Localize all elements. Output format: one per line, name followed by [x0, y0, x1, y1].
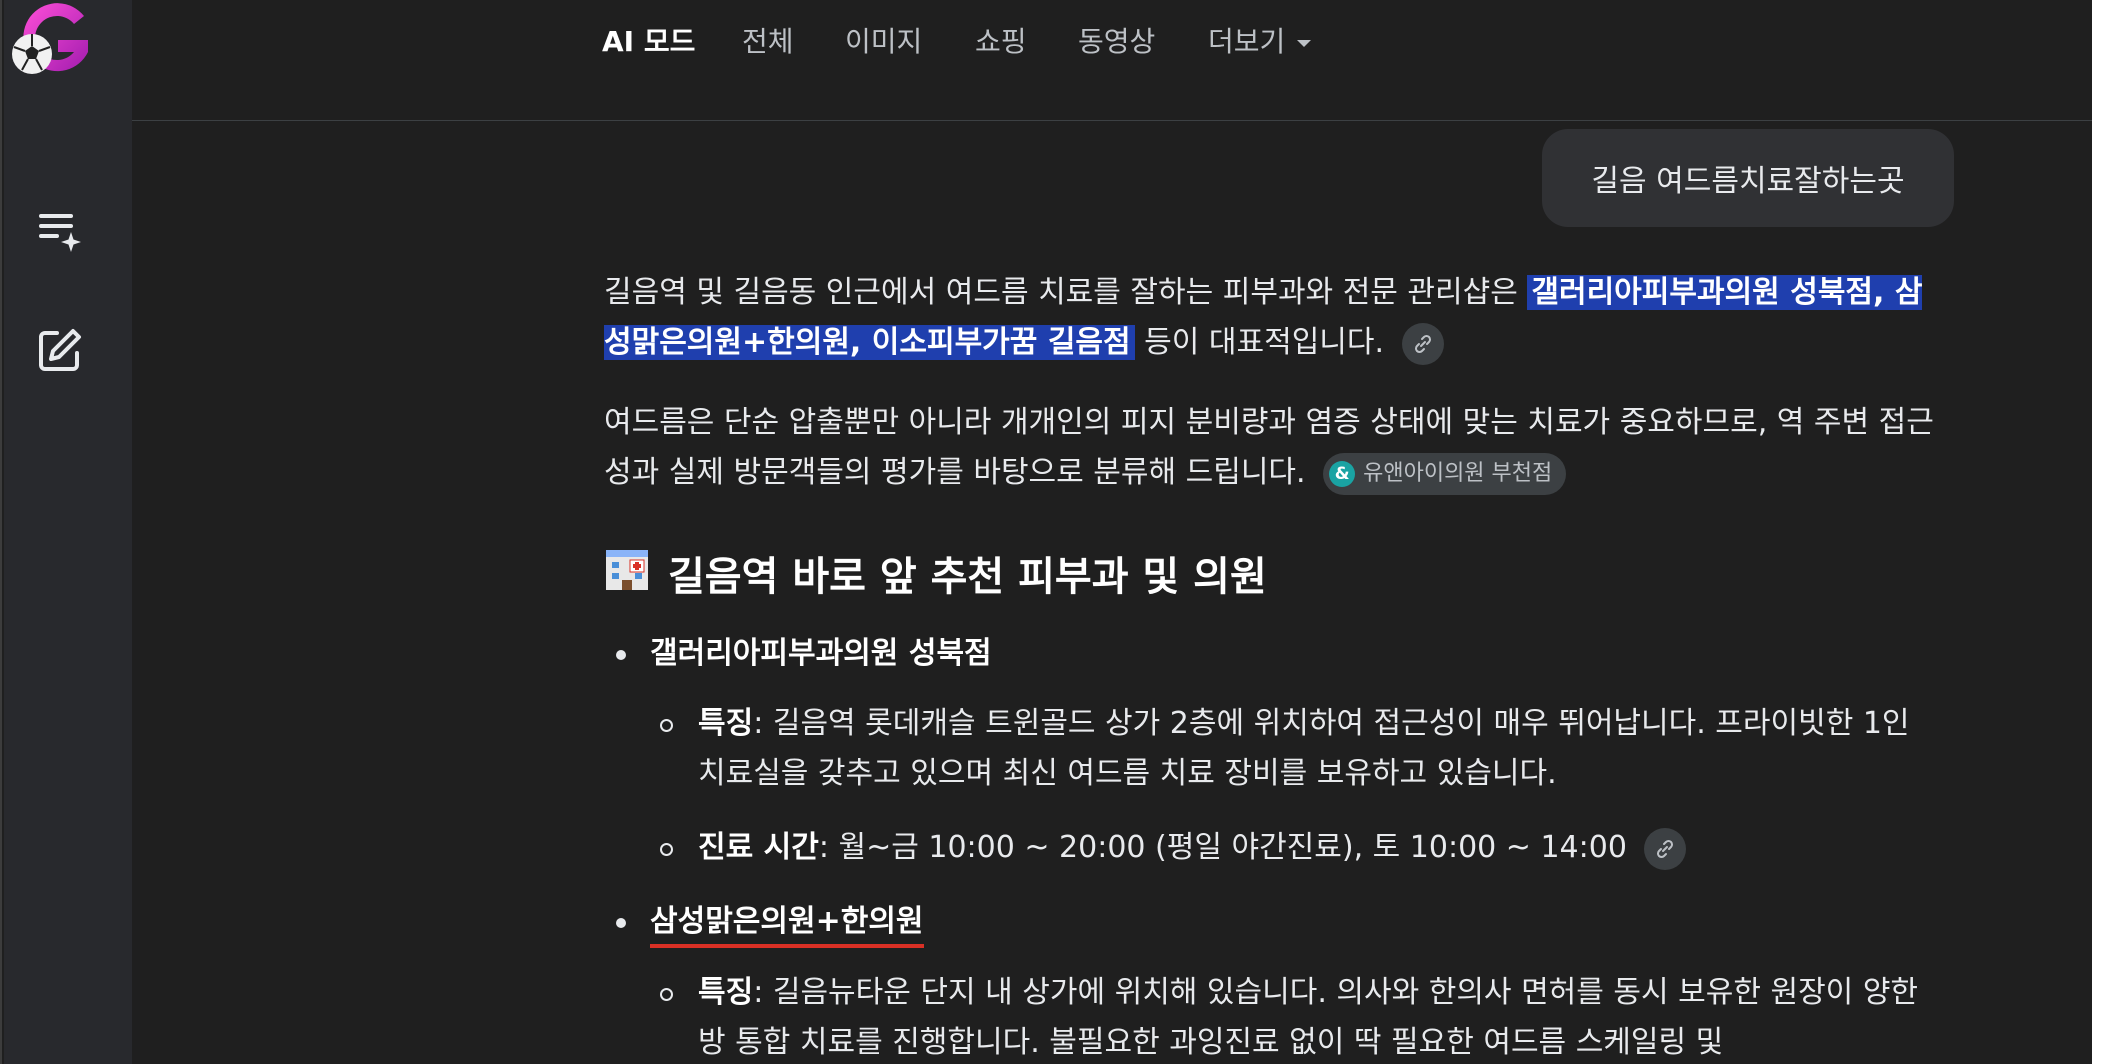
clinic-list: 갤러리아피부과의원 성북점 특징: 길음역 롯데캐슬 트윈골드 상가 2층에 위…: [604, 629, 1944, 1064]
tab-all[interactable]: 전체: [742, 20, 794, 60]
clinic-name: 갤러리아피부과의원 성북점: [650, 636, 992, 671]
tab-more[interactable]: 더보기: [1208, 20, 1312, 60]
answer-intro: 길음역 및 길음동 인근에서 여드름 치료를 잘하는 피부과와 전문 관리샵은 …: [604, 268, 1944, 368]
link-icon: [1657, 839, 1674, 858]
tab-ai-mode[interactable]: AI 모드: [602, 20, 695, 60]
app-window: AI 모드 전체 이미지 쇼핑 동영상 더보기 길음 여드름치료잘하는곳 길음역…: [0, 0, 2092, 1064]
history-button[interactable]: [34, 204, 86, 256]
tab-images[interactable]: 이미지: [845, 20, 922, 60]
detail-label: 특징: [698, 706, 754, 741]
detail-label: 특징: [698, 975, 754, 1010]
section-title: 길음역 바로 앞 추천 피부과 및 의원: [668, 553, 1267, 600]
ai-answer: 길음역 및 길음동 인근에서 여드름 치료를 잘하는 피부과와 전문 관리샵은 …: [604, 268, 1944, 1064]
list-sparkle-icon: [39, 214, 81, 252]
source-chip-label: 유앤아이의원 부천점: [1363, 460, 1553, 486]
detail-text: : 길음뉴타운 단지 내 상가에 위치해 있습니다. 의사와 한의사 면허를 동…: [698, 975, 1919, 1060]
edit-icon: [39, 329, 81, 371]
g-soccer-logo-icon[interactable]: [6, 0, 98, 82]
user-query-bubble: 길음 여드름치료잘하는곳: [1542, 129, 1954, 227]
hospital-icon: [604, 546, 650, 607]
detail-label: 진료 시간: [698, 830, 819, 865]
window-edge: [2092, 0, 2119, 1064]
list-item: 특징: 길음역 롯데캐슬 트윈골드 상가 2층에 위치하여 접근성이 매우 뛰어…: [650, 699, 1944, 799]
list-item: 갤러리아피부과의원 성북점 특징: 길음역 롯데캐슬 트윈골드 상가 2층에 위…: [604, 629, 1944, 873]
detail-text: : 월~금 10:00 ~ 20:00 (평일 야간진료), 토 10:00 ~…: [818, 830, 1627, 865]
caret-down-icon: [1297, 39, 1312, 47]
detail-text: : 길음역 롯데캐슬 트윈골드 상가 2층에 위치하여 접근성이 매우 뛰어납니…: [698, 706, 1910, 791]
clinic-details: 특징: 길음역 롯데캐슬 트윈골드 상가 2층에 위치하여 접근성이 매우 뛰어…: [650, 699, 1944, 873]
list-item: 특징: 길음뉴타운 단지 내 상가에 위치해 있습니다. 의사와 한의사 면허를…: [650, 968, 1944, 1064]
link-icon: [1414, 334, 1431, 353]
answer-paragraph-2: 여드름은 단순 압출뿐만 아니라 개개인의 피지 분비량과 염증 상태에 맞는 …: [604, 398, 1944, 498]
clinic-name: 삼성맑은의원+한의원: [650, 900, 924, 948]
source-chip[interactable]: & 유앤아이의원 부천점: [1323, 452, 1567, 495]
para2-text: 여드름은 단순 압출뿐만 아니라 개개인의 피지 분비량과 염증 상태에 맞는 …: [604, 405, 1934, 490]
new-chat-button[interactable]: [34, 324, 86, 376]
clinic-details: 특징: 길음뉴타운 단지 내 상가에 위치해 있습니다. 의사와 한의사 면허를…: [650, 968, 1944, 1064]
tab-more-label: 더보기: [1208, 25, 1286, 58]
list-item: 삼성맑은의원+한의원 특징: 길음뉴타운 단지 내 상가에 위치해 있습니다. …: [604, 897, 1944, 1064]
source-link-button[interactable]: [1401, 322, 1444, 365]
list-item: 진료 시간: 월~금 10:00 ~ 20:00 (평일 야간진료), 토 10…: [650, 823, 1944, 873]
section-heading: 길음역 바로 앞 추천 피부과 및 의원: [604, 546, 1944, 607]
search-tabs-bar: AI 모드 전체 이미지 쇼핑 동영상 더보기: [132, 0, 2092, 121]
tab-videos[interactable]: 동영상: [1078, 20, 1155, 60]
intro-text: 길음역 및 길음동 인근에서 여드름 치료를 잘하는 피부과와 전문 관리샵은: [604, 275, 1518, 310]
tab-shopping[interactable]: 쇼핑: [975, 20, 1027, 60]
source-link-button[interactable]: [1644, 827, 1687, 870]
sidebar: [4, 0, 132, 1064]
source-favicon-icon: &: [1329, 460, 1356, 487]
intro-tail: 등이 대표적입니다.: [1144, 325, 1385, 360]
